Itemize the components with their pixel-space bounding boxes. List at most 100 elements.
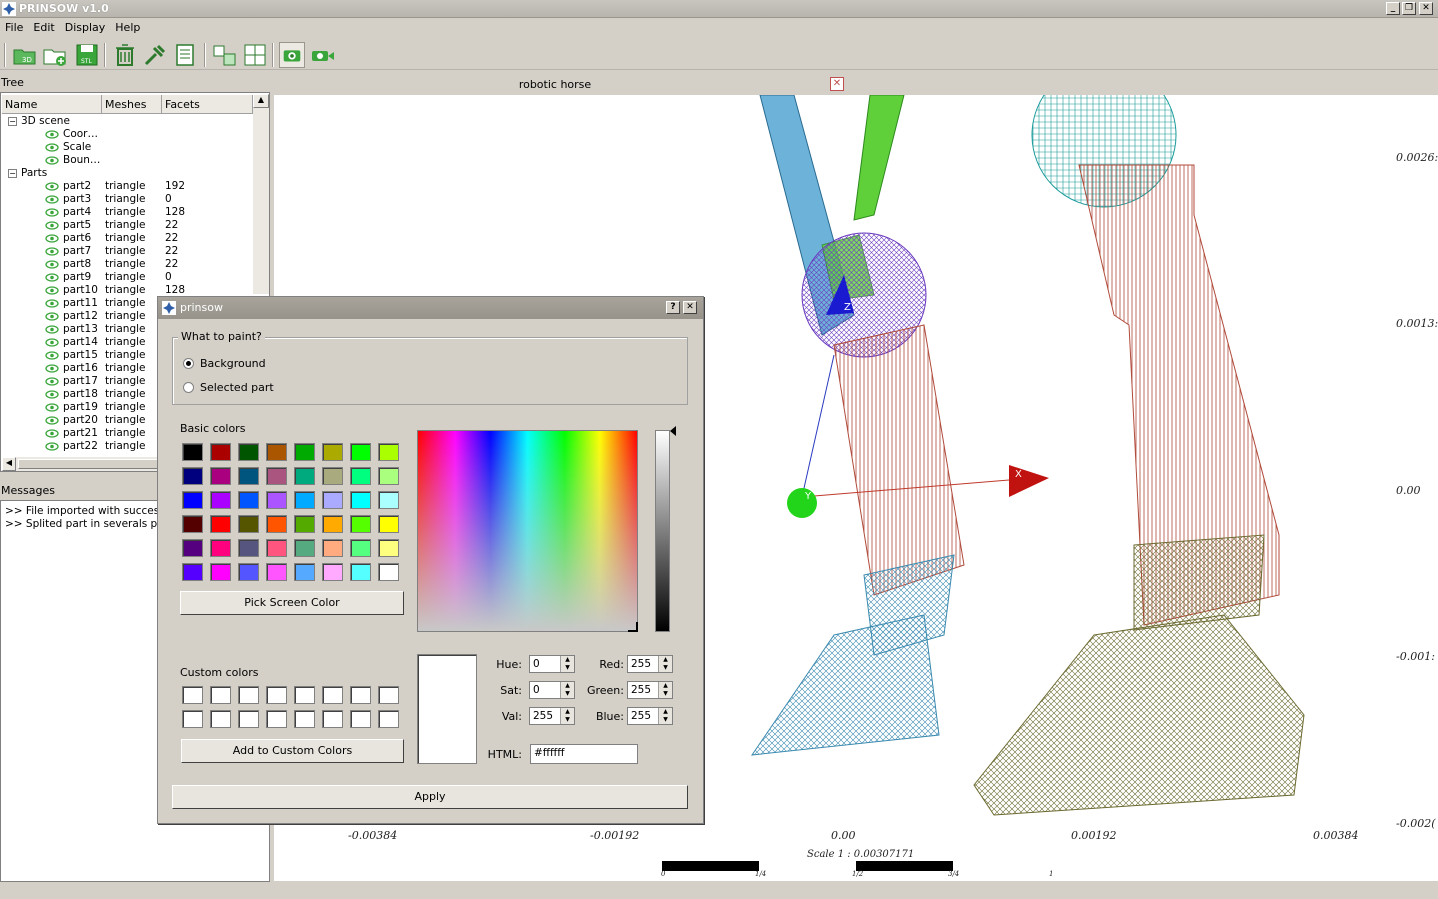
basic-color-swatch[interactable] [322,539,343,557]
eye-icon[interactable] [45,363,59,373]
custom-color-swatch[interactable] [182,686,203,704]
column-header-meshes[interactable]: Meshes [102,95,162,114]
spin-arrows-icon[interactable]: ▲ ▼ [658,656,672,672]
custom-color-swatch[interactable] [322,710,343,728]
eye-icon[interactable] [45,142,59,152]
basic-color-swatch[interactable] [350,515,371,533]
add-folder-icon[interactable] [42,42,68,68]
merge-icon[interactable] [242,42,268,68]
basic-color-swatch[interactable] [378,491,399,509]
eye-icon[interactable] [45,129,59,139]
menu-file[interactable]: File [0,19,28,36]
custom-color-swatch[interactable] [266,710,287,728]
tree-row-part[interactable]: part8 triangle 22 [45,258,253,271]
hue-value[interactable]: 0 [533,658,540,670]
sat-spinbox[interactable]: 0 ▲ ▼ [529,681,575,699]
basic-color-swatch[interactable] [238,539,259,557]
basic-color-swatch[interactable] [238,563,259,581]
basic-color-swatch[interactable] [294,539,315,557]
basic-color-swatch[interactable] [294,563,315,581]
luminance-arrow-icon[interactable] [670,426,676,436]
basic-color-swatch[interactable] [266,563,287,581]
basic-color-swatch[interactable] [182,491,203,509]
tree-vertical-scrollbar[interactable]: ▲ [253,94,269,294]
basic-color-swatch[interactable] [182,467,203,485]
custom-color-swatch[interactable] [378,710,399,728]
custom-color-swatch[interactable] [294,686,315,704]
eye-icon[interactable] [45,428,59,438]
pick-screen-color-button[interactable]: Pick Screen Color [180,591,404,615]
custom-color-swatch[interactable] [238,710,259,728]
minimize-button[interactable]: _ [1386,2,1400,15]
custom-color-swatch[interactable] [350,686,371,704]
scroll-up-icon[interactable]: ▲ [253,94,269,108]
menu-edit[interactable]: Edit [28,19,59,36]
camera-icon[interactable] [279,42,305,68]
help-button[interactable]: ? [666,301,680,314]
custom-color-swatch[interactable] [350,710,371,728]
spin-arrows-icon[interactable]: ▲ ▼ [560,656,574,672]
scroll-thumb[interactable] [18,459,158,469]
basic-color-swatch[interactable] [322,443,343,461]
eye-icon[interactable] [45,402,59,412]
apply-button[interactable]: Apply [172,785,688,809]
close-tab-icon[interactable]: ✕ [830,77,844,91]
val-spinbox[interactable]: 255 ▲ ▼ [529,707,575,725]
val-value[interactable]: 255 [533,710,553,722]
green-value[interactable]: 255 [631,684,651,696]
tree-node-scene-child[interactable]: Coor… [45,128,98,141]
tree-node-parts[interactable]: − Parts [8,167,47,180]
spin-arrows-icon[interactable]: ▲ ▼ [658,682,672,698]
tree-row-part[interactable]: part5 triangle 22 [45,219,253,232]
eye-icon[interactable] [45,389,59,399]
tree-node-3d-scene[interactable]: −3D scene [8,115,70,128]
maximize-button[interactable]: ❐ [1402,2,1416,15]
eye-icon[interactable] [45,272,59,282]
basic-color-swatch[interactable] [210,539,231,557]
eye-icon[interactable] [45,324,59,334]
spin-arrows-icon[interactable]: ▲ ▼ [560,682,574,698]
basic-color-swatch[interactable] [322,563,343,581]
column-header-facets[interactable]: Facets [162,95,253,114]
eye-icon[interactable] [45,350,59,360]
open-3d-icon[interactable]: 3D [12,42,38,68]
custom-color-swatch[interactable] [294,710,315,728]
green-spinbox[interactable]: 255 ▲ ▼ [627,681,673,699]
radio-selected-part-label[interactable]: Selected part [200,381,274,394]
eye-icon[interactable] [45,311,59,321]
dialog-title-bar[interactable]: prinsow ? ✕ [158,297,703,319]
menu-display[interactable]: Display [60,19,111,36]
eye-icon[interactable] [45,181,59,191]
menu-help[interactable]: Help [110,19,145,36]
book-icon[interactable] [172,42,198,68]
move-camera-icon[interactable] [309,42,335,68]
basic-color-swatch[interactable] [238,491,259,509]
basic-color-swatch[interactable] [238,443,259,461]
eye-icon[interactable] [45,285,59,295]
sat-value[interactable]: 0 [533,684,540,696]
basic-color-swatch[interactable] [378,563,399,581]
custom-color-swatch[interactable] [182,710,203,728]
save-stl-icon[interactable]: STL [74,42,100,68]
eye-icon[interactable] [45,415,59,425]
hue-spinbox[interactable]: 0 ▲ ▼ [529,655,575,673]
tree-row-part[interactable]: part9 triangle 0 [45,271,253,284]
close-window-button[interactable]: ✕ [1419,2,1433,15]
custom-color-swatch[interactable] [322,686,343,704]
tree-horizontal-scrollbar[interactable]: ◀ [2,457,160,471]
radio-background-label[interactable]: Background [200,357,266,370]
eye-icon[interactable] [45,233,59,243]
basic-color-swatch[interactable] [322,467,343,485]
basic-color-swatch[interactable] [182,539,203,557]
basic-color-swatch[interactable] [210,491,231,509]
eye-icon[interactable] [45,298,59,308]
scroll-left-icon[interactable]: ◀ [2,457,16,471]
collapse-icon[interactable]: − [8,117,17,126]
blue-value[interactable]: 255 [631,710,651,722]
eye-icon[interactable] [45,194,59,204]
spin-arrows-icon[interactable]: ▲ ▼ [560,708,574,724]
eye-icon[interactable] [45,220,59,230]
basic-color-swatch[interactable] [266,443,287,461]
basic-color-swatch[interactable] [294,443,315,461]
color-spectrum[interactable] [417,430,638,632]
